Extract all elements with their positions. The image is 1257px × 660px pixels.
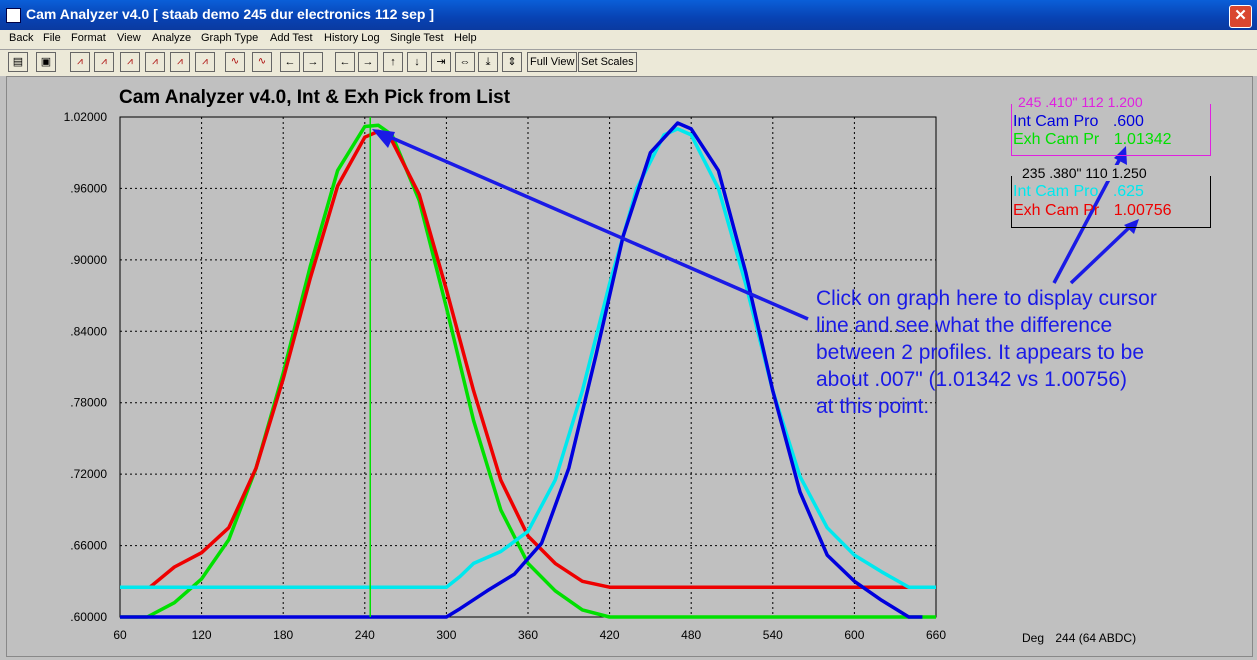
legend-2-exh-value: 1.00756 (1113, 202, 1172, 219)
readout-value: 244 (64 ABDC) (1055, 631, 1137, 645)
title-bar: Cam Analyzer v4.0 [ staab demo 245 dur e… (0, 0, 1257, 30)
legend-1-int-label: Int Cam Pro (1013, 113, 1099, 130)
legend-1-title: 245 .410" 112 1.200 (1016, 94, 1145, 110)
menu-format[interactable]: Format (71, 32, 106, 44)
app-icon (6, 8, 21, 23)
menu-bar: Back File Format View Analyze Graph Type… (0, 30, 1257, 50)
scroll-left-icon[interactable]: ← (335, 52, 355, 72)
legend-2-exh-label: Exh Cam Pr (1013, 202, 1100, 219)
arrow-right-icon[interactable]: → (303, 52, 323, 72)
menu-add-test[interactable]: Add Test (270, 32, 313, 44)
legend-2-exh: Exh Cam Pr 1.00756 (1013, 202, 1172, 220)
menu-graph-type[interactable]: Graph Type (201, 32, 258, 44)
window-title: Cam Analyzer v4.0 [ staab demo 245 dur e… (26, 6, 434, 22)
chart-title: Cam Analyzer v4.0, Int & Exh Pick from L… (119, 87, 511, 108)
arrow-left-icon[interactable]: ← (280, 52, 300, 72)
scroll-down-icon[interactable]: ↓ (407, 52, 427, 72)
expand-vertical-icon[interactable]: ⇕ (502, 52, 522, 72)
legend-1-exh-label: Exh Cam Pr (1013, 131, 1100, 148)
scroll-up-icon[interactable]: ↑ (383, 52, 403, 72)
menu-history-log[interactable]: History Log (324, 32, 380, 44)
toolbar: ▤ ▣ ⩘ ⩘ ⩘ ⩘ ⩘ ⩘ ∿ ∿ ← → ← → ↑ ↓ ⇥ ⇔ ⤓ ⇕ … (0, 50, 1257, 76)
graph-type-1-icon[interactable]: ⩘ (70, 52, 90, 72)
graph-type-2-icon[interactable]: ⩘ (94, 52, 114, 72)
legend-1-exh: Exh Cam Pr 1.01342 (1013, 131, 1172, 149)
save-icon[interactable]: ▣ (36, 52, 56, 72)
menu-view[interactable]: View (117, 32, 141, 44)
set-scales-button[interactable]: Set Scales (578, 52, 637, 72)
compress-horizontal-icon[interactable]: ⇥ (431, 52, 451, 72)
graph-type-5-icon[interactable]: ⩘ (170, 52, 190, 72)
close-button[interactable]: ✕ (1229, 5, 1252, 28)
annotation-line: line and see what the difference (816, 314, 1113, 337)
menu-file[interactable]: File (43, 32, 61, 44)
legend-2-int-value: .625 (1112, 183, 1144, 200)
graph-type-4-icon[interactable]: ⩘ (145, 52, 165, 72)
scroll-right-icon[interactable]: → (358, 52, 378, 72)
readout-label: Deg (1022, 631, 1045, 645)
legend-2-int: Int Cam Pro .625 (1013, 183, 1144, 201)
compress-vertical-icon[interactable]: ⤓ (478, 52, 498, 72)
full-view-button[interactable]: Full View (527, 52, 578, 72)
expand-horizontal-icon[interactable]: ⇔ (455, 52, 475, 72)
menu-single-test[interactable]: Single Test (390, 32, 444, 44)
legend-1-int-value: .600 (1112, 113, 1144, 130)
legend-2-title: 235 .380" 110 1.250 (1020, 165, 1149, 181)
annotation-line: at this point. (816, 395, 930, 418)
menu-back[interactable]: Back (9, 32, 33, 44)
line-chart-icon[interactable]: ∿ (252, 52, 272, 72)
annotation-text: Click on graph here to display cursor li… (816, 285, 1236, 420)
annotation-line: about .007" (1.01342 vs 1.00756) (816, 368, 1128, 391)
graph-type-6-icon[interactable]: ⩘ (195, 52, 215, 72)
print-icon[interactable]: ▤ (8, 52, 28, 72)
menu-help[interactable]: Help (454, 32, 477, 44)
annotation-line: between 2 profiles. It appears to be (816, 341, 1145, 364)
graph-type-3-icon[interactable]: ⩘ (120, 52, 140, 72)
menu-analyze[interactable]: Analyze (152, 32, 191, 44)
legend-1-exh-value: 1.01342 (1113, 131, 1172, 148)
legend-2-int-label: Int Cam Pro (1013, 183, 1099, 200)
annotation-line: Click on graph here to display cursor (816, 287, 1157, 310)
legend-1-int: Int Cam Pro .600 (1013, 113, 1144, 131)
overlay-chart-icon[interactable]: ∿ (225, 52, 245, 72)
cursor-readout: Deg 244 (64 ABDC) (1022, 631, 1136, 645)
